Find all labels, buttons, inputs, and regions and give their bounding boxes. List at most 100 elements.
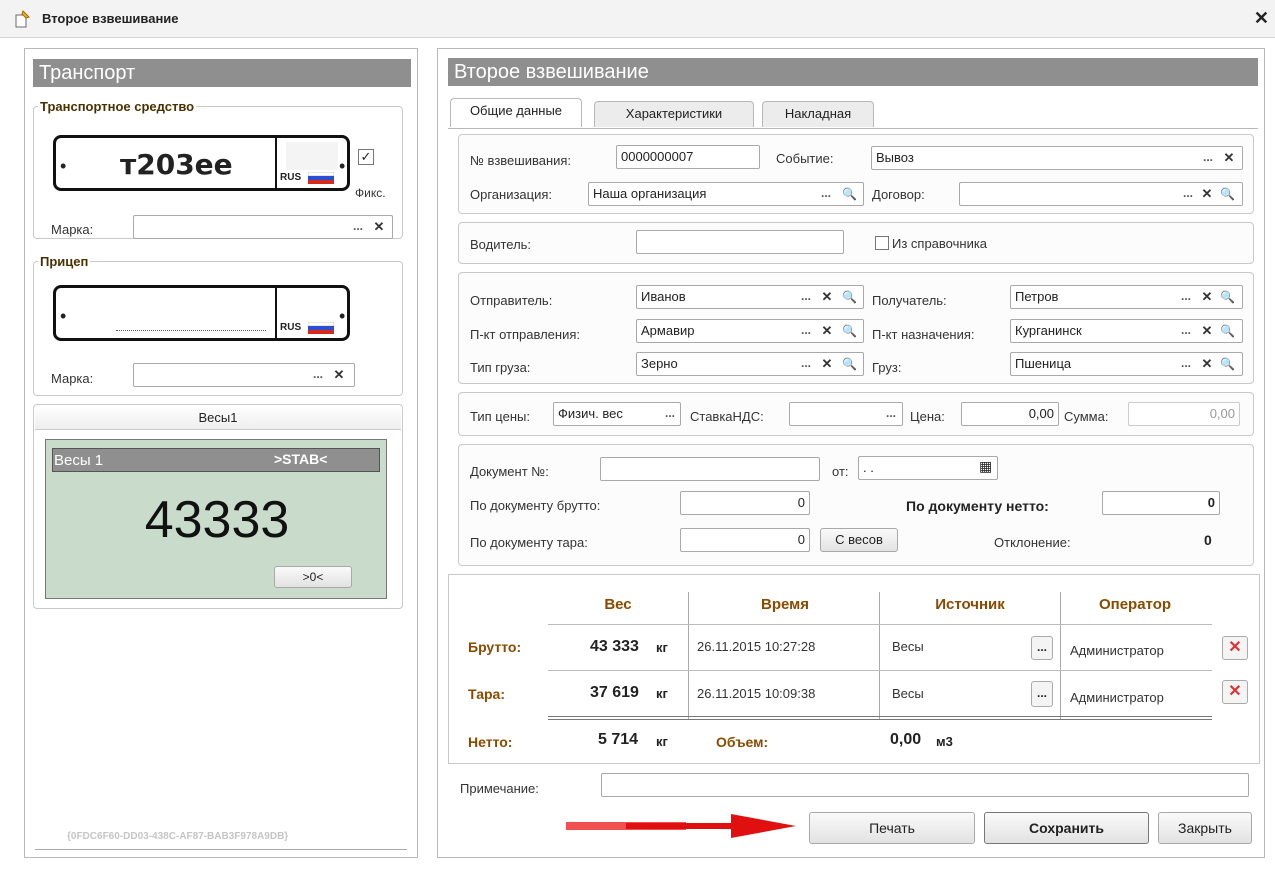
to-point-clear-icon[interactable]: ✕ — [1200, 321, 1214, 341]
weigh-no-label: № взвешивания: — [470, 153, 572, 168]
title-bar: Второе взвешивание ✕ — [0, 0, 1275, 38]
window-title: Второе взвешивание — [42, 11, 179, 26]
fix-label: Фикс. — [355, 186, 386, 200]
net-unit: кг — [656, 734, 668, 749]
weigh-no-field[interactable]: 0000000007 — [616, 145, 760, 169]
from-ref-checkbox[interactable] — [875, 236, 889, 250]
doc-date-label: от: — [832, 464, 849, 479]
cargo-type-clear-icon[interactable]: ✕ — [820, 354, 834, 374]
tare-operator: Администратор — [1070, 690, 1164, 705]
save-button[interactable]: Сохранить — [984, 812, 1149, 844]
driver-label: Водитель: — [470, 237, 532, 252]
from-point-select-button[interactable]: ... — [798, 321, 814, 341]
sender-search-icon[interactable]: 🔍 — [842, 287, 857, 307]
vehicle-plate-number: т203ее — [120, 148, 233, 181]
contract-select-button[interactable]: ... — [1180, 184, 1196, 204]
sender-clear-icon[interactable]: ✕ — [820, 287, 834, 307]
session-guid: {0FDC6F60-DD03-438C-AF87-BAB3F978A9DB} — [67, 831, 289, 842]
org-search-icon[interactable]: 🔍 — [842, 184, 857, 204]
trailer-legend: Прицеп — [40, 254, 89, 269]
deviation-label: Отклонение: — [994, 535, 1071, 550]
doc-tare-field[interactable]: 0 — [680, 528, 810, 552]
vehicle-brand-select-button[interactable]: ... — [350, 217, 366, 237]
plate-bolt-icon: • — [339, 156, 346, 176]
from-point-search-icon[interactable]: 🔍 — [842, 321, 857, 341]
calendar-icon[interactable]: ▦ — [979, 458, 992, 475]
close-icon[interactable]: ✕ — [1254, 8, 1269, 29]
trailer-plate[interactable]: • RUS • — [53, 285, 350, 341]
vehicle-plate-country: RUS — [280, 172, 302, 183]
receiver-label: Получатель: — [872, 293, 947, 308]
scale-zero-button[interactable]: >0< — [274, 566, 352, 588]
price-type-select-button[interactable]: ... — [662, 404, 678, 424]
event-clear-icon[interactable]: ✕ — [1222, 148, 1236, 168]
scale-name: Весы 1 — [54, 452, 104, 469]
doc-gross-label: По документу брутто: — [470, 498, 601, 513]
cargo-clear-icon[interactable]: ✕ — [1200, 354, 1214, 374]
tab-characteristics[interactable]: Характеристики — [594, 101, 754, 127]
contract-search-icon[interactable]: 🔍 — [1220, 184, 1235, 204]
from-point-clear-icon[interactable]: ✕ — [820, 321, 834, 341]
plate-bolt-icon: • — [60, 156, 67, 176]
to-point-select-button[interactable]: ... — [1178, 321, 1194, 341]
doc-no-label: Документ №: — [470, 464, 549, 479]
transport-panel: Транспорт Транспортное средство • т203ее… — [24, 48, 418, 858]
from-ref-label: Из справочника — [892, 236, 988, 251]
gross-row-label: Брутто: — [468, 639, 522, 655]
close-button[interactable]: Закрыть — [1158, 812, 1252, 844]
driver-field[interactable] — [636, 230, 844, 254]
cargo-search-icon[interactable]: 🔍 — [1220, 354, 1235, 374]
vehicle-brand-clear-icon[interactable]: ✕ — [372, 217, 386, 237]
price-field[interactable]: 0,00 — [961, 402, 1059, 426]
fix-checkbox[interactable]: ✓ — [358, 149, 374, 165]
cargo-type-select-button[interactable]: ... — [798, 354, 814, 374]
doc-gross-field[interactable]: 0 — [680, 491, 810, 515]
col-header-time: Время — [761, 596, 809, 613]
event-field[interactable]: Вывоз — [871, 146, 1243, 170]
from-point-label: П-кт отправления: — [470, 327, 580, 342]
doc-date-field[interactable]: . . — [858, 456, 998, 480]
event-select-button[interactable]: ... — [1200, 148, 1216, 168]
net-label: Нетто: — [468, 734, 513, 750]
receiver-select-button[interactable]: ... — [1178, 287, 1194, 307]
print-button[interactable]: Печать — [809, 812, 975, 844]
trailer-brand-select-button[interactable]: ... — [310, 365, 326, 385]
from-scales-button[interactable]: С весов — [820, 528, 898, 552]
doc-no-field[interactable] — [600, 457, 820, 481]
driver-group — [458, 222, 1254, 264]
vehicle-plate[interactable]: • т203ее RUS • — [53, 135, 350, 191]
cargo-select-button[interactable]: ... — [1178, 354, 1194, 374]
sum-label: Сумма: — [1064, 409, 1109, 424]
note-label: Примечание: — [460, 781, 539, 796]
cargo-type-label: Тип груза: — [470, 360, 531, 375]
to-point-search-icon[interactable]: 🔍 — [1220, 321, 1235, 341]
tab-invoice[interactable]: Накладная — [762, 101, 874, 127]
note-field[interactable] — [601, 773, 1249, 797]
doc-tare-label: По документу тара: — [470, 535, 588, 550]
contract-clear-icon[interactable]: ✕ — [1200, 184, 1214, 204]
russia-flag-icon — [308, 172, 334, 184]
gross-source-select-button[interactable]: ... — [1031, 636, 1053, 660]
cargo-type-search-icon[interactable]: 🔍 — [842, 354, 857, 374]
scales-tab[interactable]: Весы1 — [35, 406, 401, 430]
trailer-brand-label: Марка: — [51, 371, 94, 386]
sum-field: 0,00 — [1128, 402, 1240, 426]
price-label: Цена: — [910, 409, 945, 424]
sender-select-button[interactable]: ... — [798, 287, 814, 307]
gross-weight: 43 333 — [590, 638, 639, 655]
doc-net-field[interactable]: 0 — [1102, 491, 1220, 515]
trailer-brand-clear-icon[interactable]: ✕ — [332, 365, 346, 385]
volume-value: 0,00 — [890, 731, 922, 748]
tare-weight: 37 619 — [590, 684, 639, 701]
tare-delete-icon[interactable]: ✕ — [1222, 680, 1248, 704]
tare-source-select-button[interactable]: ... — [1031, 681, 1053, 707]
receiver-clear-icon[interactable]: ✕ — [1200, 287, 1214, 307]
deviation-value: 0 — [1204, 532, 1212, 548]
tare-unit: кг — [656, 686, 668, 701]
receiver-search-icon[interactable]: 🔍 — [1220, 287, 1235, 307]
org-select-button[interactable]: ... — [818, 184, 834, 204]
col-header-weight: Вес — [604, 596, 632, 613]
tab-general[interactable]: Общие данные — [450, 98, 582, 127]
gross-delete-icon[interactable]: ✕ — [1222, 636, 1248, 660]
vat-select-button[interactable]: ... — [883, 404, 899, 424]
